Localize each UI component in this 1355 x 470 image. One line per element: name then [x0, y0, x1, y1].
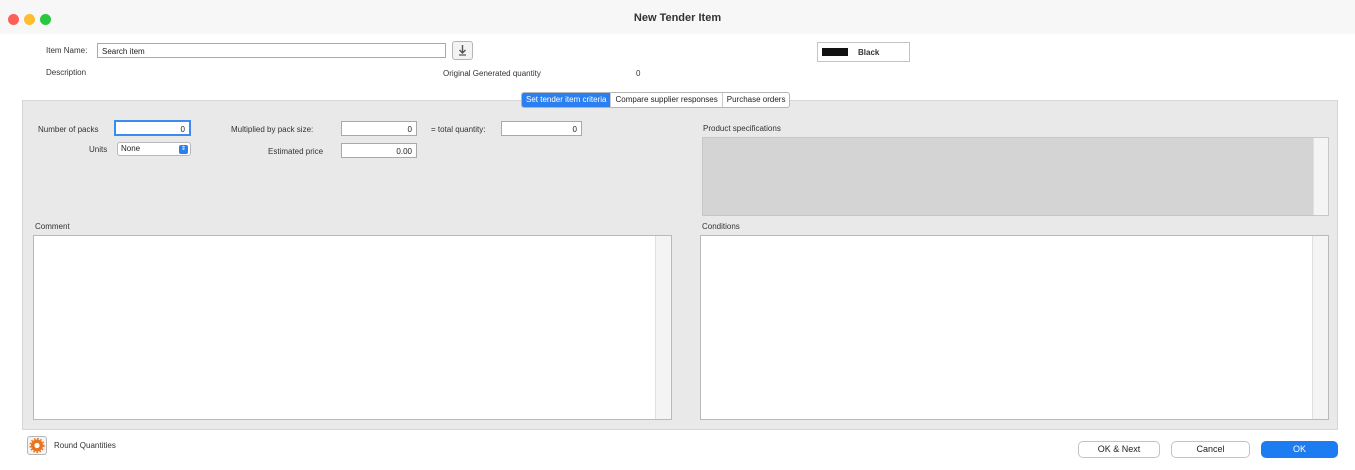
total-quantity-label: = total quantity: — [431, 125, 486, 134]
units-select[interactable]: None ⇕ — [117, 142, 191, 156]
chevron-updown-icon: ⇕ — [179, 145, 188, 154]
conditions-label: Conditions — [702, 222, 740, 231]
estimated-price-label: Estimated price — [268, 147, 324, 156]
window-title: New Tender Item — [633, 12, 722, 24]
round-quantities-button[interactable] — [27, 436, 47, 455]
product-specifications-scrollbar[interactable] — [1313, 138, 1328, 215]
tab-compare-responses[interactable]: Compare supplier responses — [611, 93, 723, 107]
color-name: Black — [858, 48, 880, 57]
cancel-button[interactable]: Cancel — [1171, 441, 1250, 458]
ok-button[interactable]: OK — [1261, 441, 1338, 458]
tab-bar: Set tender item criteria Compare supplie… — [521, 92, 791, 108]
comment-label: Comment — [35, 222, 70, 231]
color-swatch — [822, 48, 848, 56]
comment-textarea[interactable] — [33, 235, 672, 420]
description-label: Description — [46, 68, 87, 77]
units-label: Units — [89, 145, 108, 154]
ok-next-button[interactable]: OK & Next — [1078, 441, 1160, 458]
conditions-scrollbar[interactable] — [1312, 236, 1328, 419]
color-picker[interactable]: Black — [817, 42, 910, 62]
tab-set-criteria[interactable]: Set tender item criteria — [522, 93, 612, 107]
original-quantity-label: Original Generated quantity — [443, 69, 541, 78]
total-quantity-input[interactable]: 0 — [501, 121, 582, 136]
comment-scrollbar[interactable] — [655, 236, 671, 419]
item-name-input[interactable]: Search item — [97, 43, 446, 58]
gear-icon — [29, 437, 45, 454]
product-specifications-label: Product specifications — [703, 124, 781, 133]
round-quantities-label: Round Quantities — [54, 441, 116, 450]
tab-purchase-orders[interactable]: Purchase orders — [723, 93, 790, 107]
download-icon — [459, 45, 466, 56]
product-specifications-textarea[interactable] — [702, 137, 1329, 216]
download-button[interactable] — [452, 41, 473, 60]
conditions-textarea[interactable] — [700, 235, 1329, 420]
pack-size-input[interactable]: 0 — [341, 121, 417, 136]
original-quantity-value: 0 — [636, 69, 641, 78]
item-name-label: Item Name: — [46, 46, 88, 55]
number-of-packs-input[interactable]: 0 — [114, 120, 191, 136]
units-select-value: None — [121, 144, 141, 153]
pack-size-label: Multiplied by pack size: — [231, 125, 314, 134]
number-of-packs-label: Number of packs — [38, 125, 99, 134]
estimated-price-input[interactable]: 0.00 — [341, 143, 417, 158]
